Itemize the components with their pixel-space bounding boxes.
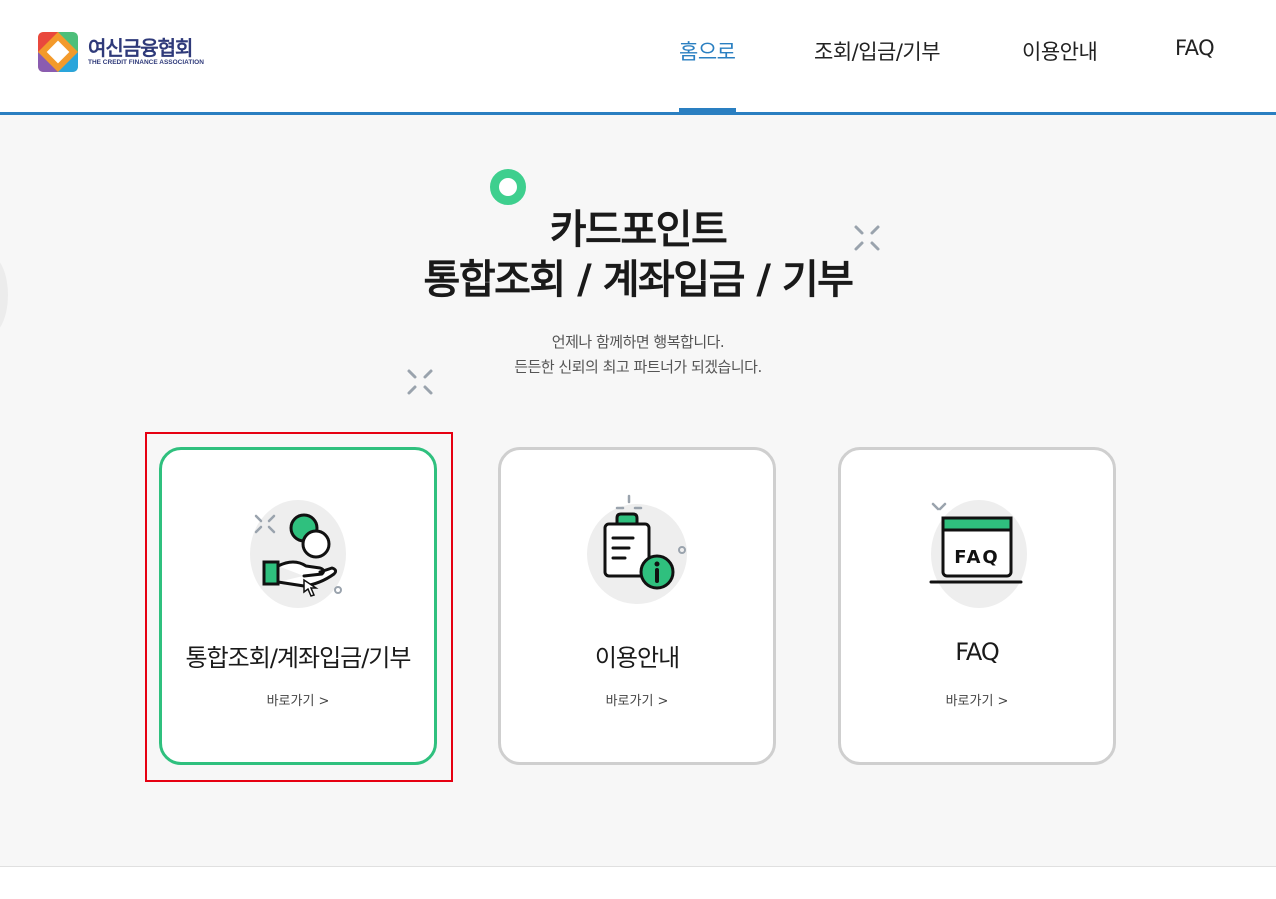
hero-title-line1: 카드포인트 [549,207,728,253]
nav-item-guide[interactable]: 이용안내 [1022,36,1098,66]
site-header: 여신금융협회 THE CREDIT FINANCE ASSOCIATION 홈으… [0,0,1276,112]
nav-item-faq[interactable]: FAQ [1175,36,1215,60]
card-title: FAQ [955,638,1000,666]
faq-icon-label: FAQ [954,547,999,568]
card-lookup-deposit-donate[interactable]: 통합조회/계좌입금/기부 바로가기 > [159,447,437,765]
decorative-ring-icon [490,169,526,205]
card-shortcut-link[interactable]: 바로가기 > [501,690,773,709]
hero-title: 카드포인트 통합조회 / 계좌입금 / 기부 [0,205,1276,305]
nav-item-home[interactable]: 홈으로 [679,36,736,66]
card-title: 통합조회/계좌입금/기부 [185,644,412,672]
card-guide[interactable]: 이용안내 바로가기 > [498,447,776,765]
card-shortcut-link[interactable]: 바로가기 > [841,690,1113,709]
faq-window-icon: FAQ [929,500,1027,608]
hero-title-line2: 통합조회 / 계좌입금 / 기부 [423,257,854,303]
card-faq[interactable]: FAQ FAQ 바로가기 > [838,447,1116,765]
hero-subtitle-line1: 언제나 함께하면 행복합니다. [551,333,725,351]
card-shortcut-link[interactable]: 바로가기 > [162,690,434,709]
brand-name: 여신금융협회 [88,36,193,60]
footer-divider [0,866,1276,867]
nav-item-lookup-deposit-donate[interactable]: 조회/입금/기부 [814,36,941,66]
brand-subtitle: THE CREDIT FINANCE ASSOCIATION [88,59,204,66]
hand-coin-icon [250,500,346,608]
hero-subtitle: 언제나 함께하면 행복합니다. 든든한 신뢰의 최고 파트너가 되겠습니다. [0,330,1276,380]
hero-subtitle-line2: 든든한 신뢰의 최고 파트너가 되겠습니다. [514,358,762,376]
clipboard-info-icon [587,494,687,604]
brand-logo[interactable]: 여신금융협회 THE CREDIT FINANCE ASSOCIATION [38,32,204,72]
logo-mark-icon [38,32,78,72]
card-title: 이용안내 [594,644,680,672]
